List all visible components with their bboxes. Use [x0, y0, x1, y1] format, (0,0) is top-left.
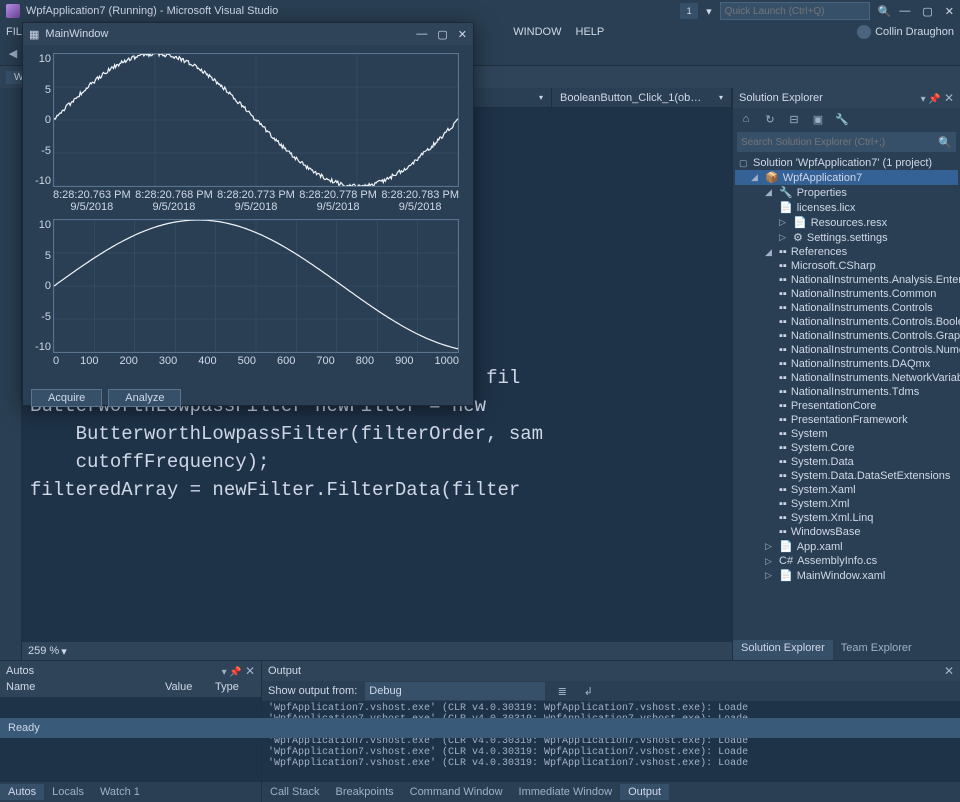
- menu-help[interactable]: HELP: [576, 26, 605, 38]
- window-title: WpfApplication7 (Running) - Microsoft Vi…: [26, 5, 278, 17]
- mw-close[interactable]: ✕: [458, 28, 467, 41]
- search-icon: 🔍: [938, 136, 952, 149]
- tree-ref[interactable]: ▪▪ System.Core: [735, 441, 958, 455]
- tree-ref[interactable]: ▪▪ Microsoft.CSharp: [735, 259, 958, 273]
- se-toolbar: ⌂ ↻ ⊟ ▣ 🔧: [733, 108, 960, 130]
- se-search[interactable]: 🔍: [737, 132, 956, 152]
- tree-ref[interactable]: ▪▪ NationalInstruments.Analysis.Enterpri…: [735, 273, 958, 287]
- app-icon: ▦: [29, 28, 39, 41]
- tree-ref[interactable]: ▪▪ NationalInstruments.Common: [735, 287, 958, 301]
- analyze-button[interactable]: Analyze: [108, 389, 181, 407]
- tree-item[interactable]: ▷⚙ Settings.settings: [735, 230, 958, 245]
- output-source-dropdown[interactable]: Debug: [365, 682, 545, 700]
- tree-ref[interactable]: ▪▪ System.Xaml: [735, 483, 958, 497]
- se-collapse-icon[interactable]: ⊟: [785, 110, 803, 128]
- search-icon[interactable]: 🔍: [878, 5, 892, 18]
- se-refresh-icon[interactable]: ↻: [761, 110, 779, 128]
- status-bar: Ready: [0, 718, 960, 738]
- tree-ref[interactable]: ▪▪ System.Xml: [735, 497, 958, 511]
- tab-callstack[interactable]: Call Stack: [262, 784, 328, 800]
- tab-locals[interactable]: Locals: [44, 784, 92, 800]
- vs-logo-icon: [6, 4, 20, 18]
- se-search-input[interactable]: [741, 137, 938, 148]
- tree-item[interactable]: ▷C# AssemblyInfo.cs: [735, 554, 958, 568]
- panel-close-icon[interactable]: ✕: [944, 664, 954, 678]
- tree-ref[interactable]: ▪▪ System.Data: [735, 455, 958, 469]
- mainwindow-app: ▦ MainWindow — ▢ ✕ 1050-5-10 8:28:20.763…: [22, 22, 474, 406]
- user-avatar-icon: [857, 25, 871, 39]
- acquire-button[interactable]: Acquire: [31, 389, 102, 407]
- panel-close-icon[interactable]: ✕: [944, 91, 954, 105]
- mainwindow-titlebar[interactable]: ▦ MainWindow — ▢ ✕: [23, 23, 473, 45]
- solution-explorer-header: Solution Explorer ▾ 📌 ✕: [733, 88, 960, 108]
- quick-launch-input[interactable]: [720, 2, 870, 20]
- se-props-icon[interactable]: 🔧: [833, 110, 851, 128]
- tab-command-window[interactable]: Command Window: [402, 784, 511, 800]
- tab-autos[interactable]: Autos: [0, 784, 44, 800]
- pin-icon[interactable]: ▾ 📌: [921, 94, 941, 105]
- output-header: Output ✕: [262, 661, 960, 681]
- mw-maximize[interactable]: ▢: [437, 28, 447, 41]
- tree-ref[interactable]: ▪▪ System: [735, 427, 958, 441]
- tab-team-explorer[interactable]: Team Explorer: [833, 640, 920, 660]
- tree-ref[interactable]: ▪▪ PresentationFramework: [735, 413, 958, 427]
- tree-references[interactable]: ◢▪▪ References: [735, 245, 958, 259]
- left-dock: [0, 88, 22, 660]
- zoom-level[interactable]: 259 %: [28, 645, 59, 657]
- close-button[interactable]: ✕: [945, 5, 954, 18]
- tab-watch1[interactable]: Watch 1: [92, 784, 148, 800]
- tree-item[interactable]: ▷📄 App.xaml: [735, 539, 958, 554]
- tree-ref[interactable]: ▪▪ NationalInstruments.Controls.Numerics: [735, 343, 958, 357]
- user-name: Collin Draughon: [875, 26, 954, 38]
- output-clear-icon[interactable]: ≣: [553, 682, 571, 700]
- tree-ref[interactable]: ▪▪ NationalInstruments.Controls: [735, 301, 958, 315]
- mw-minimize[interactable]: —: [416, 28, 427, 41]
- tab-breakpoints[interactable]: Breakpoints: [328, 784, 402, 800]
- output-body[interactable]: 'WpfApplication7.vshost.exe' (CLR v4.0.3…: [262, 701, 960, 782]
- col-name: Name: [6, 681, 165, 697]
- tree-project[interactable]: ◢📦 WpfApplication7: [735, 170, 958, 185]
- autos-body: [0, 697, 261, 782]
- tree-properties[interactable]: ◢🔧 Properties: [735, 185, 958, 200]
- chart-filtered-signal: 1050-5-10 010020030040050060070080090010…: [31, 215, 465, 377]
- nav-back-icon[interactable]: ◀: [4, 45, 22, 63]
- tree-item[interactable]: 📄 licenses.licx: [735, 200, 958, 215]
- se-showall-icon[interactable]: ▣: [809, 110, 827, 128]
- col-value: Value: [165, 681, 215, 697]
- tree-ref[interactable]: ▪▪ System.Data.DataSetExtensions: [735, 469, 958, 483]
- solution-tree[interactable]: ▢Solution 'WpfApplication7' (1 project) …: [733, 154, 960, 640]
- tab-immediate[interactable]: Immediate Window: [511, 784, 621, 800]
- menu-window[interactable]: WINDOW: [513, 26, 561, 38]
- restore-button[interactable]: ▢: [922, 5, 932, 18]
- col-type: Type: [215, 681, 255, 697]
- tree-solution[interactable]: ▢Solution 'WpfApplication7' (1 project): [735, 156, 958, 170]
- tree-ref[interactable]: ▪▪ WindowsBase: [735, 525, 958, 539]
- panel-close-icon[interactable]: ✕: [245, 664, 255, 678]
- tree-ref[interactable]: ▪▪ NationalInstruments.NetworkVariable: [735, 371, 958, 385]
- tree-ref[interactable]: ▪▪ NationalInstruments.DAQmx: [735, 357, 958, 371]
- tree-item[interactable]: ▷📄 Resources.resx: [735, 215, 958, 230]
- tree-ref[interactable]: ▪▪ NationalInstruments.Controls.Booleans: [735, 315, 958, 329]
- output-label: Show output from:: [268, 685, 357, 697]
- tab-solution-explorer[interactable]: Solution Explorer: [733, 640, 833, 660]
- chart-raw-signal: 1050-5-10 8:28:20.763 PM 9/5/20188:28:20…: [31, 49, 465, 211]
- minimize-button[interactable]: —: [899, 5, 910, 18]
- member-dropdown[interactable]: BooleanButton_Click_1(ob…: [552, 88, 732, 107]
- user-account[interactable]: Collin Draughon: [857, 25, 954, 39]
- notification-badge[interactable]: 1: [680, 3, 698, 19]
- tree-ref[interactable]: ▪▪ PresentationCore: [735, 399, 958, 413]
- tab-output[interactable]: Output: [620, 784, 669, 800]
- down-caret-icon[interactable]: ▾: [706, 5, 712, 18]
- mainwindow-title: MainWindow: [45, 28, 108, 40]
- tree-item[interactable]: ▷📄 MainWindow.xaml: [735, 568, 958, 583]
- se-home-icon[interactable]: ⌂: [737, 110, 755, 128]
- autos-header: Autos ▾ 📌 ✕: [0, 661, 261, 681]
- tree-ref[interactable]: ▪▪ NationalInstruments.Controls.Graphs: [735, 329, 958, 343]
- output-wrap-icon[interactable]: ↲: [579, 682, 597, 700]
- tree-ref[interactable]: ▪▪ NationalInstruments.Tdms: [735, 385, 958, 399]
- vs-title-bar: WpfApplication7 (Running) - Microsoft Vi…: [0, 0, 960, 22]
- tree-ref[interactable]: ▪▪ System.Xml.Linq: [735, 511, 958, 525]
- pin-icon[interactable]: ▾ 📌: [222, 667, 242, 678]
